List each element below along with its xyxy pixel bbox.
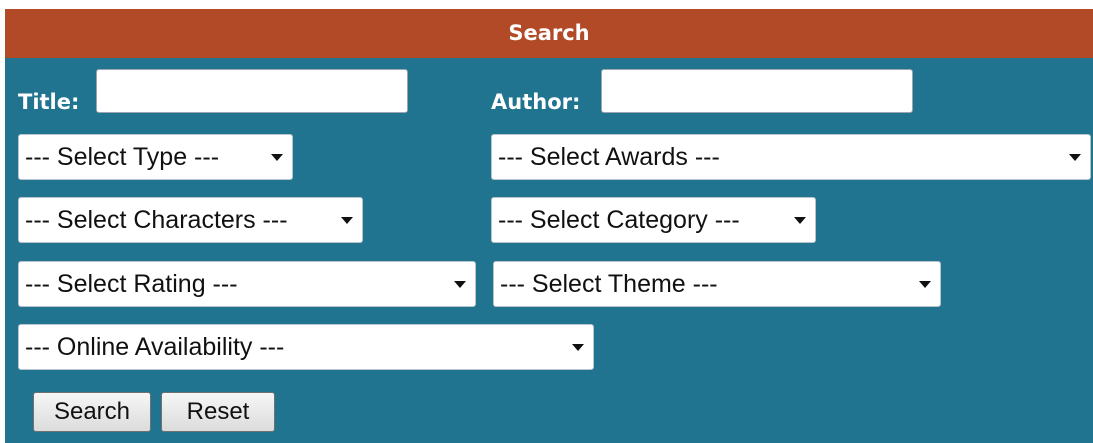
theme-select-value: --- Select Theme --- [500, 270, 718, 298]
category-select-value: --- Select Category --- [498, 206, 740, 234]
chevron-down-icon [341, 217, 353, 224]
search-button[interactable]: Search [33, 392, 151, 432]
awards-select[interactable]: --- Select Awards --- [491, 134, 1091, 180]
panel-title: Search [5, 9, 1093, 58]
chevron-down-icon [454, 281, 466, 288]
awards-select-value: --- Select Awards --- [498, 143, 720, 171]
chevron-down-icon [794, 217, 806, 224]
chevron-down-icon [919, 281, 931, 288]
type-select[interactable]: --- Select Type --- [18, 134, 293, 180]
author-input[interactable] [601, 69, 913, 113]
search-panel: Search Title: Author: --- Select Type --… [5, 9, 1093, 443]
theme-select[interactable]: --- Select Theme --- [493, 261, 941, 307]
chevron-down-icon [1069, 154, 1081, 161]
chevron-down-icon [271, 154, 283, 161]
chevron-down-icon [572, 344, 584, 351]
reset-button[interactable]: Reset [161, 392, 275, 432]
category-select[interactable]: --- Select Category --- [491, 197, 816, 243]
online-availability-select[interactable]: --- Online Availability --- [18, 324, 594, 370]
title-input[interactable] [96, 69, 408, 113]
characters-select-value: --- Select Characters --- [25, 206, 288, 234]
online-availability-select-value: --- Online Availability --- [25, 333, 285, 361]
author-label: Author: [491, 90, 581, 114]
rating-select[interactable]: --- Select Rating --- [18, 261, 476, 307]
type-select-value: --- Select Type --- [25, 143, 220, 171]
title-label: Title: [18, 90, 80, 114]
characters-select[interactable]: --- Select Characters --- [18, 197, 363, 243]
rating-select-value: --- Select Rating --- [25, 270, 238, 298]
